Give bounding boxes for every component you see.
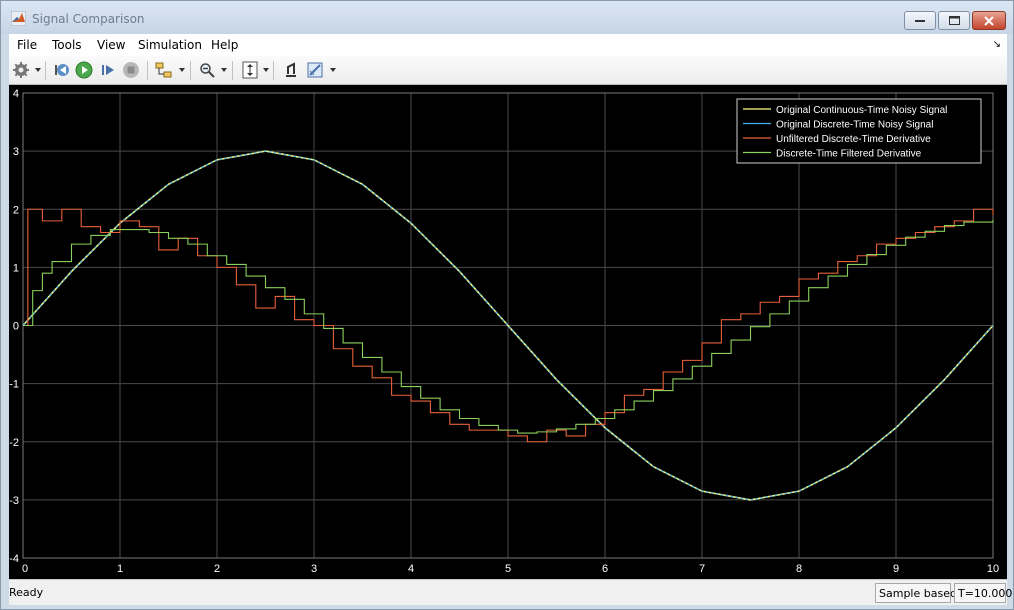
legend-entry[interactable]: Original Discrete-Time Noisy Signal xyxy=(776,120,933,131)
step-back-icon xyxy=(55,64,69,76)
signal-selector-icon xyxy=(155,62,172,78)
zoom-dropdown-icon[interactable] xyxy=(221,68,227,72)
highlight-icon xyxy=(286,62,296,77)
x-tick-label: 4 xyxy=(408,563,414,575)
matlab-logo-icon xyxy=(11,11,26,26)
toolbar-separator xyxy=(232,61,233,80)
signal-chart[interactable]: 0 1 2 3 4 5 6 7 8 9 1043210-1-2-3-4Original Contin… xyxy=(9,85,1007,579)
maximize-icon xyxy=(948,16,960,25)
fit-axes-dropdown-icon[interactable] xyxy=(263,68,269,72)
style-dropdown-icon[interactable] xyxy=(330,68,336,72)
run-icon xyxy=(75,61,93,79)
toolbar xyxy=(9,56,1007,85)
scope-plot-area[interactable]: 0 1 2 3 4 5 6 7 8 9 10 4 3 2 1 0 -1 -2 -3 -4 Original Contin… xyxy=(9,85,1007,579)
menu-simulation[interactable]: Simulation xyxy=(138,38,202,52)
close-button[interactable] xyxy=(972,11,1006,30)
zoom-icon xyxy=(200,63,215,78)
zoom-button[interactable] xyxy=(198,61,216,79)
y-tick-label: 4 xyxy=(13,88,19,100)
app-window: Signal Comparison File Tools View Simula… xyxy=(0,0,1014,610)
y-tick-label: 0 xyxy=(13,321,19,333)
y-tick-label: 1 xyxy=(13,262,19,274)
y-tick-label: -3 xyxy=(9,495,19,507)
style-icon xyxy=(307,62,323,78)
fit-axes-button[interactable] xyxy=(241,61,259,79)
legend-entry[interactable]: Unfiltered Discrete-Time Derivative xyxy=(776,134,931,145)
toolbar-separator xyxy=(273,61,274,80)
config-button[interactable] xyxy=(12,61,30,79)
status-bar: Ready Sample based T=10.000 xyxy=(9,579,1012,605)
config-dropdown-icon[interactable] xyxy=(35,68,41,72)
legend-entry[interactable]: Discrete-Time Filtered Derivative xyxy=(776,149,922,160)
step-forward-button[interactable] xyxy=(99,61,117,79)
x-tick-label: 3 xyxy=(311,563,317,575)
x-tick-label: 9 xyxy=(893,563,899,575)
toolbar-separator xyxy=(190,61,191,80)
simulation-time-indicator: T=10.000 xyxy=(954,583,1012,603)
x-tick-label: 10 xyxy=(987,563,999,575)
menu-help[interactable]: Help xyxy=(211,38,238,52)
toolbar-separator xyxy=(45,61,46,80)
title-bar[interactable]: Signal Comparison xyxy=(1,1,1013,34)
x-tick-label: 7 xyxy=(699,563,705,575)
x-tick-label: 2 xyxy=(214,563,220,575)
step-back-button[interactable] xyxy=(53,61,71,79)
x-tick-label: 1 xyxy=(117,563,123,575)
x-tick-label: 8 xyxy=(796,563,802,575)
menu-file[interactable]: File xyxy=(17,38,37,52)
y-tick-label: -2 xyxy=(9,437,19,449)
gear-icon xyxy=(13,62,29,78)
y-tick-label: 2 xyxy=(13,204,19,216)
stop-button[interactable] xyxy=(122,61,140,79)
legend-entry[interactable]: Original Continuous-Time Noisy Signal xyxy=(776,105,947,116)
y-tick-label: -1 xyxy=(9,379,19,391)
y-tick-label: -4 xyxy=(9,553,19,565)
x-tick-label: 5 xyxy=(505,563,511,575)
window-title: Signal Comparison xyxy=(32,12,145,26)
minimize-button[interactable] xyxy=(904,11,936,30)
x-tick-label: 0 xyxy=(22,563,28,575)
signal-selector-dropdown-icon[interactable] xyxy=(179,68,185,72)
status-text: Ready xyxy=(9,586,44,599)
run-button[interactable] xyxy=(75,61,93,79)
undock-arrow-icon[interactable]: ↘ xyxy=(993,39,1001,50)
y-tick-label: 3 xyxy=(13,146,19,158)
menu-bar: File Tools View Simulation Help ↘ xyxy=(9,34,1007,56)
minimize-icon xyxy=(915,19,925,22)
sample-mode-indicator: Sample based xyxy=(875,583,957,603)
stop-icon xyxy=(123,62,139,78)
toolbar-separator xyxy=(147,61,148,80)
x-tick-label: 6 xyxy=(602,563,608,575)
fit-axes-icon xyxy=(242,61,258,79)
step-forward-icon xyxy=(102,65,114,75)
highlight-button[interactable] xyxy=(282,61,300,79)
maximize-button[interactable] xyxy=(938,11,970,30)
style-button[interactable] xyxy=(306,61,324,79)
menu-tools[interactable]: Tools xyxy=(52,38,82,52)
signal-selector-button[interactable] xyxy=(155,61,173,79)
close-icon xyxy=(984,15,994,26)
menu-view[interactable]: View xyxy=(97,38,125,52)
